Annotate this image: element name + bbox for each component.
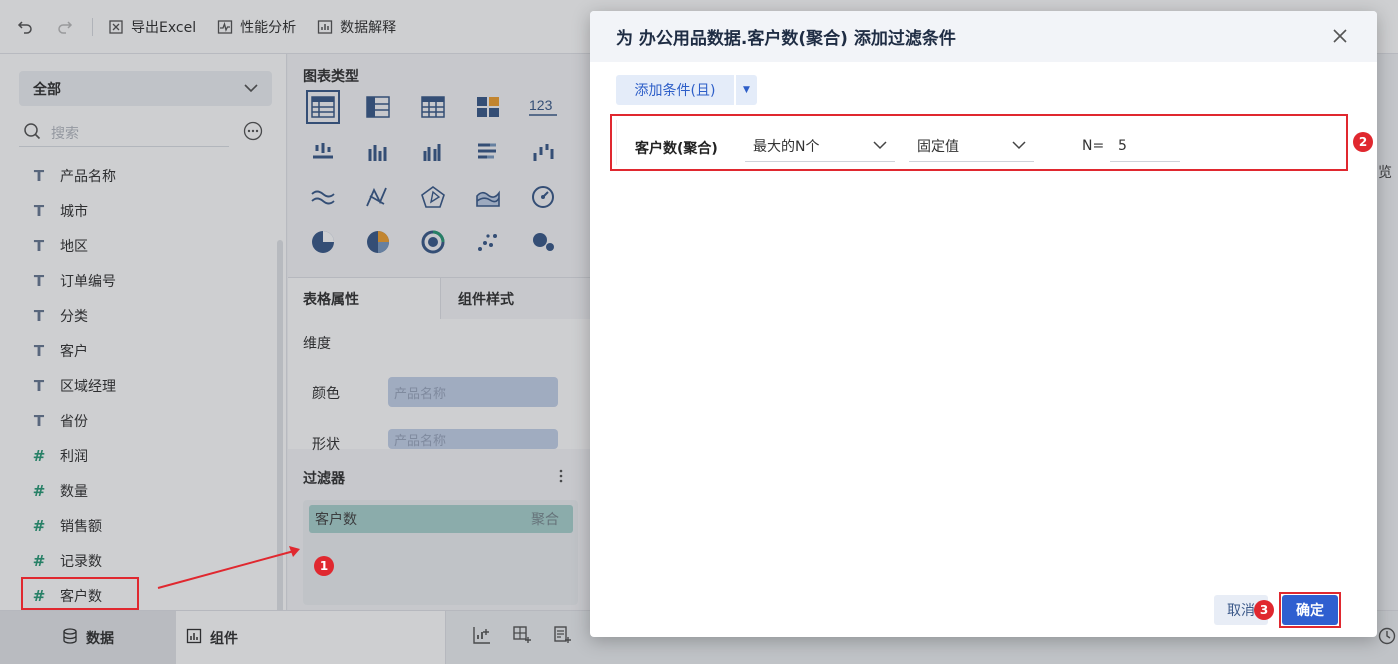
add-filter-dialog: 为 办公用品数据.客户数(聚合) 添加过滤条件 添加条件(且) ▼ 客户数(聚合… [590,11,1377,637]
chevron-down-icon [873,138,887,154]
condition-row-body: 客户数(聚合) 最大的N个 固定值 N= 5 [616,120,1342,165]
add-condition-group: 添加条件(且) ▼ [616,75,757,105]
operator-select[interactable]: 最大的N个 [745,130,895,162]
value-type-select[interactable]: 固定值 [909,130,1034,162]
n-label: N= [1082,138,1105,154]
dialog-header: 为 办公用品数据.客户数(聚合) 添加过滤条件 [590,11,1377,62]
add-condition-dropdown[interactable]: ▼ [736,75,757,105]
add-condition-button[interactable]: 添加条件(且) [616,75,734,105]
step-badge-3: 3 [1254,600,1274,620]
close-icon[interactable] [1329,25,1351,47]
highlight-box-ok [1279,592,1341,628]
step-badge-2: 2 [1353,132,1373,152]
chevron-down-icon [1012,138,1026,154]
condition-row: 客户数(聚合) 最大的N个 固定值 N= 5 [610,114,1348,171]
dialog-title: 为 办公用品数据.客户数(聚合) 添加过滤条件 [616,29,956,49]
step-badge-1: 1 [314,556,334,576]
n-value-input[interactable]: 5 [1110,130,1180,162]
condition-field-label: 客户数(聚合) [635,141,718,157]
caret-down-icon: ▼ [743,85,750,95]
